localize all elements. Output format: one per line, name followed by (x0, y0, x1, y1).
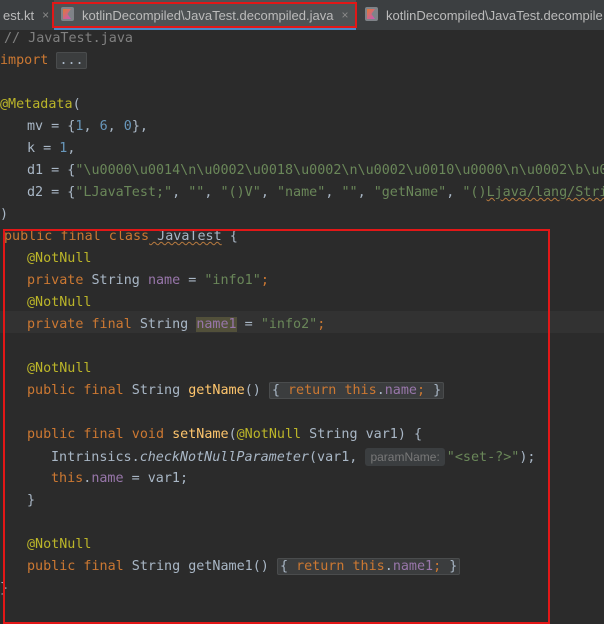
code-line: // JavaTest.java (4, 31, 133, 46)
kotlin-file-icon (364, 7, 380, 23)
code-line: } (27, 493, 36, 508)
fold-region[interactable]: { return this.name1; } (276, 558, 461, 575)
code-line: @NotNull (27, 295, 92, 310)
code-line: Intrinsics.checkNotNullParameter(var1, p… (51, 448, 536, 466)
code-line: d1 = {"\u0000\u0014\n\u0002\u0018\u0002\… (27, 163, 604, 178)
code-line: private final String name1 = "info2"; (27, 317, 326, 332)
code-line: @NotNull (27, 251, 92, 266)
tab-label: est.kt (3, 7, 35, 23)
tab-javatest-decompiled-2[interactable]: kotlinDecompiled\JavaTest.decompile (358, 0, 604, 30)
tab-label: kotlinDecompiled\JavaTest.decompile (386, 7, 603, 23)
fold-placeholder[interactable]: ... (56, 52, 87, 69)
fold-region[interactable]: { return this.name; } (268, 382, 445, 399)
code-line: @NotNull (27, 361, 92, 376)
code-line: d2 = {"LJavaTest;", "", "()V", "name", "… (27, 185, 604, 200)
code-line: public final class JavaTest { (4, 229, 238, 244)
code-line: public final void setName(@NotNull Strin… (27, 427, 423, 442)
code-line: } (0, 581, 9, 596)
code-line: import ... (0, 50, 87, 72)
code-line: ) (0, 207, 9, 222)
editor-tab-bar: est.kt × kotlinDecompiled\JavaTest.decom… (0, 0, 604, 31)
code-line: @Metadata( (0, 97, 81, 112)
parameter-hint: paramName: (365, 448, 445, 466)
tab-highlight-box (52, 2, 357, 28)
code-line: public final String getName1() { return … (27, 556, 461, 578)
close-icon[interactable]: × (42, 8, 49, 22)
code-line: private String name = "info1"; (27, 273, 269, 288)
code-line: public final String getName() { return t… (27, 380, 445, 402)
tab-est-kt[interactable]: est.kt × (0, 0, 49, 30)
code-line: k = 1, (27, 141, 76, 156)
code-editor[interactable]: // JavaTest.java import ... @Metadata( m… (0, 30, 604, 624)
code-line: @NotNull (27, 537, 92, 552)
code-line: this.name = var1; (51, 471, 189, 486)
code-line: mv = {1, 6, 0}, (27, 119, 148, 134)
